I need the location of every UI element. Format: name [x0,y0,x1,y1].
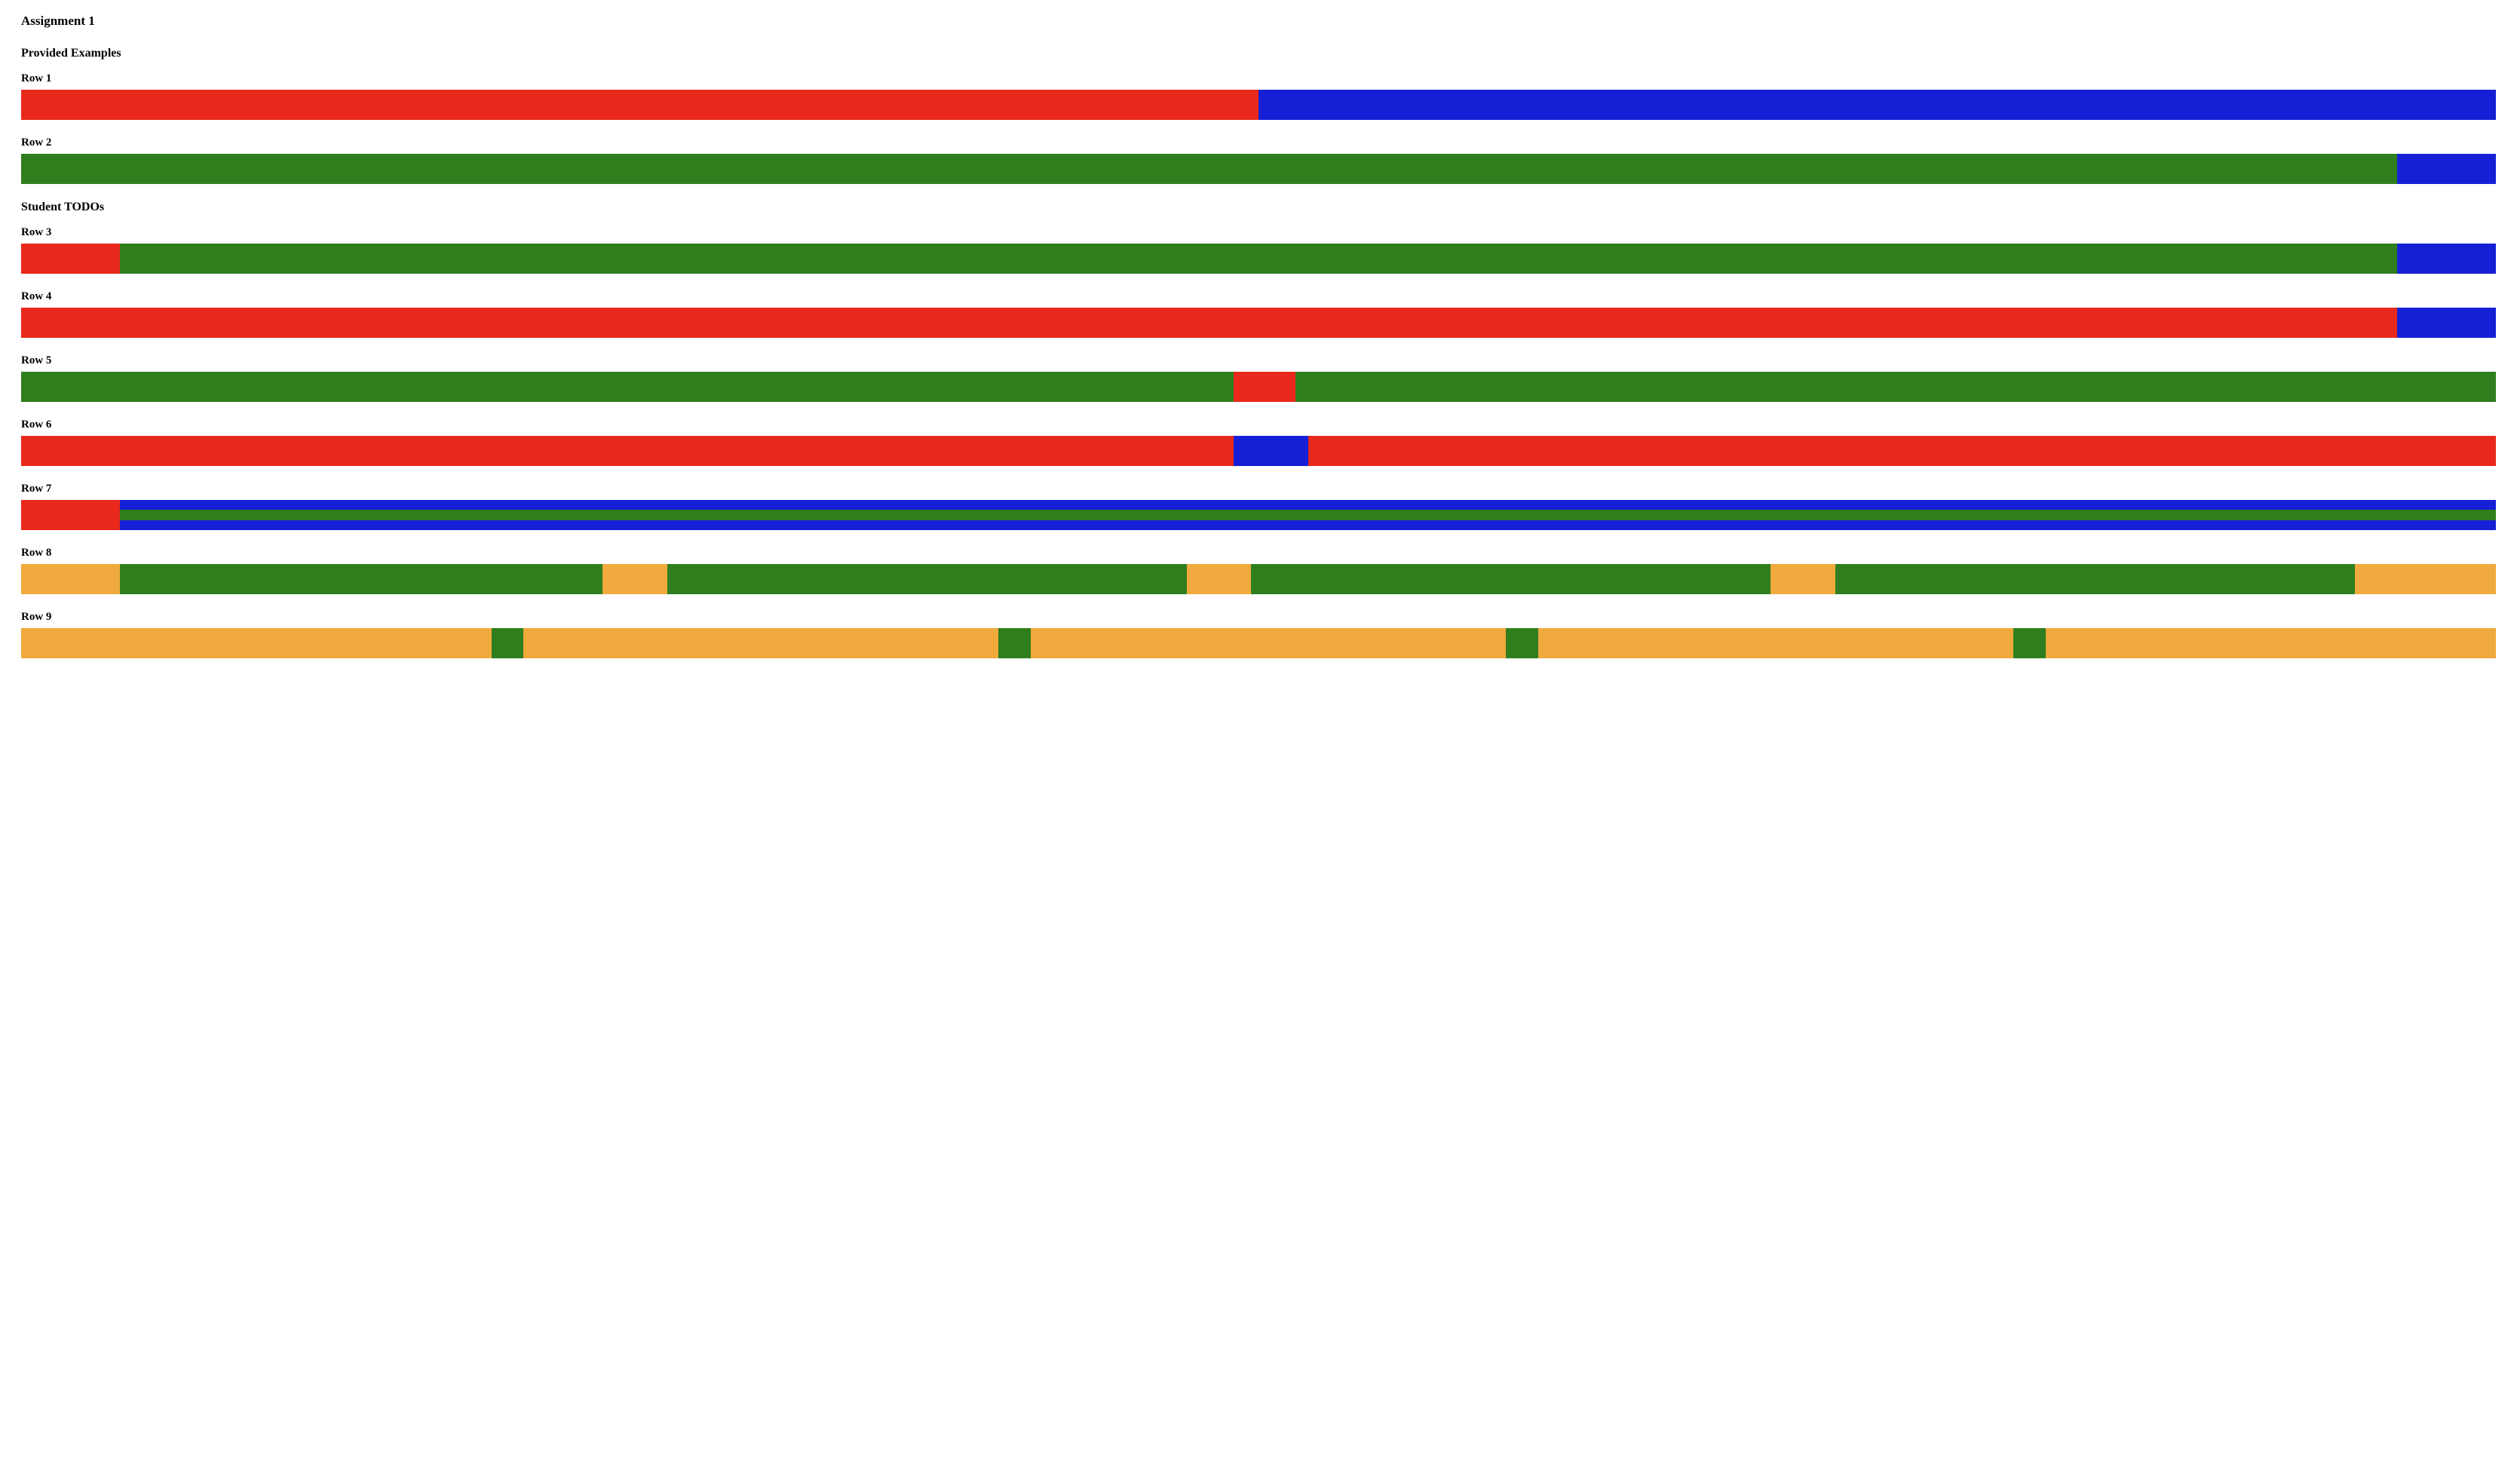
bar-segment [21,154,2397,184]
bar-segment [2046,628,2496,658]
bar-segment [2397,154,2496,184]
row-label: Row 9 [21,611,2496,624]
row-label: Row 3 [21,226,2496,239]
bar-segment [2397,308,2496,338]
row-5: Row 5 [21,354,2496,402]
bar-segment [602,564,667,594]
row-bar [21,436,2496,466]
bar-segment [21,564,120,594]
bar-segment [120,244,2396,274]
bar-segment [523,628,998,658]
page-title: Assignment 1 [21,14,2496,29]
bar-segment [1187,564,1251,594]
row-label: Row 8 [21,547,2496,560]
row-8: Row 8 [21,547,2496,594]
bar-segment [120,564,602,594]
row-1: Row 1 [21,72,2496,120]
bar-segment [1308,436,2496,466]
bar-segment [21,628,492,658]
row-7: Row 7 [21,483,2496,530]
row-label: Row 1 [21,72,2496,85]
bar-segment [1234,436,1308,466]
row-label: Row 6 [21,419,2496,431]
stripe-line [120,500,2496,510]
bar-segment [1835,564,2355,594]
stripe-line [120,510,2496,520]
bar-segment [2355,564,2496,594]
bar-segment [2397,244,2496,274]
bar-segment [2013,628,2046,658]
bar-segment [21,436,1234,466]
bar-segment [1031,628,1506,658]
row-bar [21,564,2496,594]
row-bar [21,244,2496,274]
striped-segment [120,500,2496,530]
section-todos-heading: Student TODOs [21,201,2496,214]
row-label: Row 7 [21,483,2496,495]
bar-segment [21,244,120,274]
bar-segment [21,308,2397,338]
bar-segment [492,628,524,658]
row-2: Row 2 [21,136,2496,184]
row-9: Row 9 [21,611,2496,658]
bar-segment [667,564,1187,594]
row-label: Row 2 [21,136,2496,149]
bar-segment [1770,564,1835,594]
row-4: Row 4 [21,290,2496,338]
row-bar [21,154,2496,184]
row-6: Row 6 [21,419,2496,466]
row-bar [21,90,2496,120]
row-label: Row 4 [21,290,2496,303]
row-bar [21,308,2496,338]
bar-segment [1251,564,1770,594]
row-3: Row 3 [21,226,2496,274]
row-bar [21,628,2496,658]
bar-segment [1506,628,1538,658]
row-bar-striped [21,500,2496,530]
bar-segment [1295,372,2496,402]
bar-segment [1538,628,2013,658]
bar-segment [21,90,1258,120]
row-bar [21,372,2496,402]
bar-segment [1234,372,1295,402]
bar-segment [1258,90,2496,120]
stripe-line [120,520,2496,530]
bar-segment [998,628,1031,658]
bar-segment [21,500,120,530]
row-label: Row 5 [21,354,2496,367]
bar-segment [21,372,1234,402]
section-provided-heading: Provided Examples [21,47,2496,60]
